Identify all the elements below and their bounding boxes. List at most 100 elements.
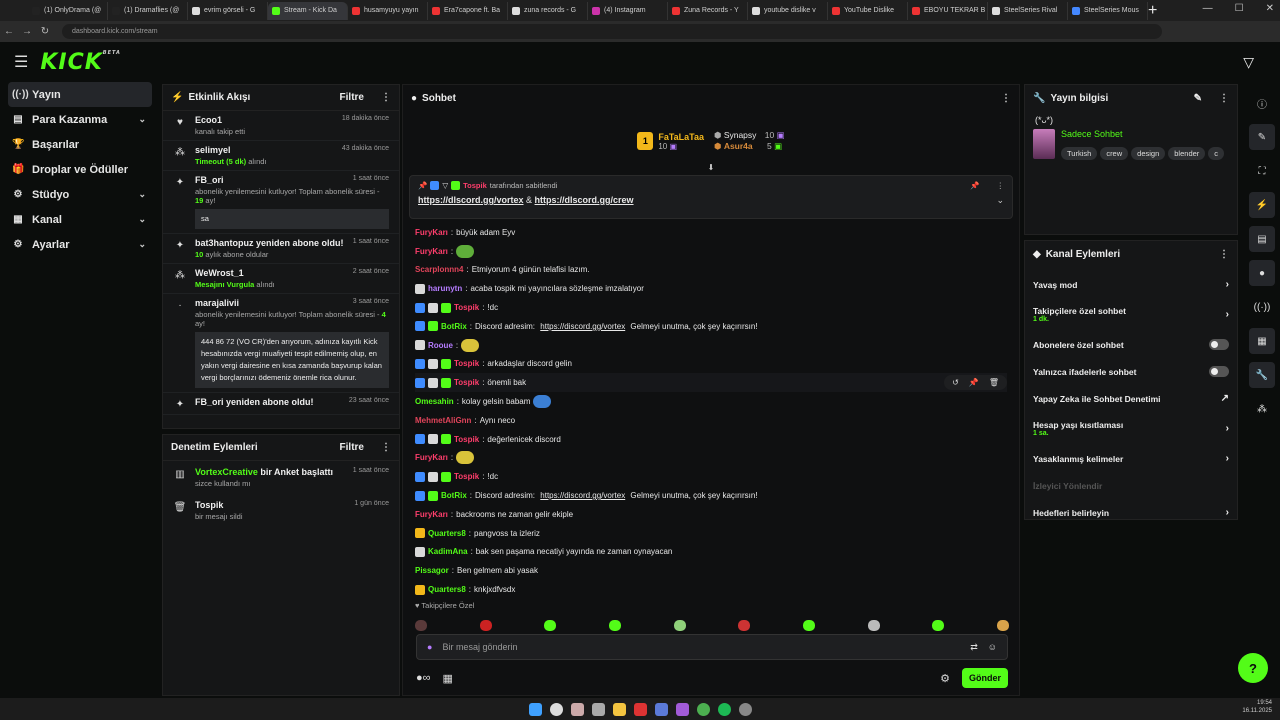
sidebar-item[interactable]: ⚙ Stüdyo ⌄ xyxy=(8,182,152,207)
stream-tag[interactable]: Turkish xyxy=(1061,147,1098,160)
browser-tab[interactable]: (1) OnlyDrama (@ xyxy=(28,1,108,20)
more-options-icon[interactable]: ⋮ xyxy=(381,92,391,103)
file-explorer-icon[interactable] xyxy=(612,702,626,716)
activity-username[interactable]: selimyel xyxy=(195,145,231,155)
activity-username[interactable]: Ecoo1 xyxy=(195,115,222,125)
chat-username[interactable]: FuryKarı xyxy=(415,247,448,256)
bolt-icon[interactable]: ⚡ xyxy=(1249,192,1275,218)
edit-icon[interactable]: ✎ xyxy=(1194,93,1202,104)
edit-icon[interactable]: ✎ xyxy=(1249,124,1275,150)
broadcast-icon[interactable]: ((·)) xyxy=(1249,294,1275,320)
chat-settings-icon[interactable]: ⚙ xyxy=(940,672,950,685)
stream-tag[interactable]: c xyxy=(1208,147,1225,160)
microphone-icon[interactable]: ● xyxy=(427,642,432,652)
channel-action-item[interactable]: Hedefleri belirleyin › xyxy=(1025,499,1237,526)
activity-filter-button[interactable]: Filtre xyxy=(340,92,364,103)
vortex-logo-icon[interactable]: ▽ xyxy=(1243,54,1254,71)
sidebar-item[interactable]: 🏆 Başarılar xyxy=(8,132,152,157)
chevron-down-icon[interactable]: ⌄ xyxy=(138,239,146,250)
emoji-icon[interactable]: ☺ xyxy=(988,642,997,653)
chat-link[interactable]: https://discord.gg/vortex xyxy=(540,491,625,500)
sidebar-item[interactable]: ⚙ Ayarlar ⌄ xyxy=(8,232,152,257)
chat-username[interactable]: Tospik xyxy=(454,359,479,368)
chrome-icon[interactable] xyxy=(696,702,710,716)
chat-username[interactable]: Tospik xyxy=(454,303,479,312)
close-icon[interactable]: ✕ xyxy=(1266,3,1274,14)
channel-action-item[interactable]: Yavaş mod › xyxy=(1025,271,1237,298)
emote-icon[interactable] xyxy=(544,620,557,631)
external-link-icon[interactable]: ↗ xyxy=(1221,393,1229,404)
undo-icon[interactable]: ↺ xyxy=(952,378,959,387)
new-tab-icon[interactable]: + xyxy=(1148,2,1157,20)
chevron-right-icon[interactable]: › xyxy=(1226,453,1229,464)
pinned-by-user[interactable]: Tospik xyxy=(463,181,487,190)
browser-tab[interactable]: Stream - Kick Da xyxy=(268,1,348,20)
browser-tab[interactable]: SteelSeries Rival xyxy=(988,1,1068,20)
expand-pin-icon[interactable]: ⌄ xyxy=(996,195,1004,206)
chat-username[interactable]: Quarters8 xyxy=(428,585,466,594)
chat-username[interactable]: KadimAna xyxy=(428,547,468,556)
chevron-right-icon[interactable]: › xyxy=(1226,279,1229,290)
chat-more-icon[interactable]: ⋮ xyxy=(1001,93,1011,104)
browser-tab[interactable]: YouTube Dislike xyxy=(828,1,908,20)
help-icon[interactable]: ? xyxy=(1238,653,1268,683)
emote-icon[interactable] xyxy=(996,620,1009,631)
category-thumbnail[interactable] xyxy=(1033,129,1055,159)
chat-icon[interactable]: ● xyxy=(1249,260,1275,286)
pinned-link-1[interactable]: https://dlscord.gg/vortex xyxy=(418,195,524,206)
activity-username[interactable]: WeWrost_1 xyxy=(195,268,244,278)
trash-icon[interactable]: 🗑 xyxy=(989,378,999,387)
chevron-down-icon[interactable]: ⌄ xyxy=(138,214,146,225)
apps-icon[interactable]: ⁂ xyxy=(1249,396,1275,422)
collapse-icon[interactable]: ⬇ xyxy=(403,163,1019,175)
translate-icon[interactable]: ⇄ xyxy=(970,642,978,653)
activity-username[interactable]: marajalivii xyxy=(195,298,239,308)
sidebar-item[interactable]: 🎁 Droplar ve Ödüller xyxy=(8,157,152,182)
browser-tab[interactable]: EBOYU TEKRAR B xyxy=(908,1,988,20)
kick-points-icon[interactable]: ●∞ xyxy=(416,672,431,684)
app-icon[interactable] xyxy=(633,702,647,716)
list-icon[interactable]: ▦ xyxy=(1249,328,1275,354)
search-icon[interactable] xyxy=(549,702,563,716)
task-view-icon[interactable] xyxy=(591,702,605,716)
chat-username[interactable]: Tospik xyxy=(454,378,479,387)
chat-username[interactable]: FuryKarı xyxy=(415,453,448,462)
chat-username[interactable]: FuryKarı xyxy=(415,510,448,519)
toggle-switch[interactable] xyxy=(1209,366,1229,377)
copilot-icon[interactable] xyxy=(570,702,584,716)
chat-username[interactable]: BotRix xyxy=(441,322,467,331)
chat-username[interactable]: Omesahin xyxy=(415,397,454,406)
channel-action-item[interactable]: Yasaklanmış kelimeler › xyxy=(1025,445,1237,472)
emote-icon[interactable] xyxy=(608,620,621,631)
emote-icon[interactable] xyxy=(738,620,751,631)
chat-username[interactable]: Scarplonnn4 xyxy=(415,265,463,274)
reload-icon[interactable]: ↻ xyxy=(36,26,54,37)
more-options-icon[interactable]: ⋮ xyxy=(1219,93,1229,104)
browser-tab[interactable]: (1) Dramaflies (@ xyxy=(108,1,188,20)
emote-icon[interactable] xyxy=(673,620,686,631)
browser-tab[interactable]: youtube dislike v xyxy=(748,1,828,20)
spotify-icon[interactable] xyxy=(717,702,731,716)
system-clock[interactable]: 19:54 16.11.2025 xyxy=(1242,700,1272,716)
chat-username[interactable]: Tospik xyxy=(454,435,479,444)
forward-icon[interactable]: → xyxy=(18,26,36,37)
activity-username[interactable]: FB_ori yeniden abone oldu! xyxy=(195,397,314,407)
channel-action-item[interactable]: Takipçilere özel sohbet 1 dk. › xyxy=(1025,298,1237,331)
sidebar-item[interactable]: ▤ Para Kazanma ⌄ xyxy=(8,107,152,132)
channel-action-item[interactable]: Hesap yaşı kısıtlaması 1 sa. › xyxy=(1025,412,1237,445)
send-button[interactable]: Gönder xyxy=(962,668,1008,688)
more-options-icon[interactable]: ⋮ xyxy=(381,442,391,453)
chat-username[interactable]: FuryKarı xyxy=(415,228,448,237)
stream-tag[interactable]: blender xyxy=(1168,147,1206,160)
maximize-icon[interactable]: ☐ xyxy=(1235,3,1244,14)
pin-icon[interactable]: 📌 xyxy=(969,378,979,387)
info-icon[interactable]: ⓘ xyxy=(1249,90,1275,116)
more-options-icon[interactable]: ⋮ xyxy=(1219,249,1229,260)
chat-link[interactable]: https://discord.gg/vortex xyxy=(540,322,625,331)
toggle-switch[interactable] xyxy=(1209,339,1229,350)
menu-icon[interactable]: ☰ xyxy=(14,52,28,72)
minimize-icon[interactable]: — xyxy=(1203,3,1213,14)
moderation-username[interactable]: VortexCreative xyxy=(195,467,258,477)
browser-tab[interactable]: zuna records - G xyxy=(508,1,588,20)
activity-username[interactable]: FB_ori xyxy=(195,175,224,185)
